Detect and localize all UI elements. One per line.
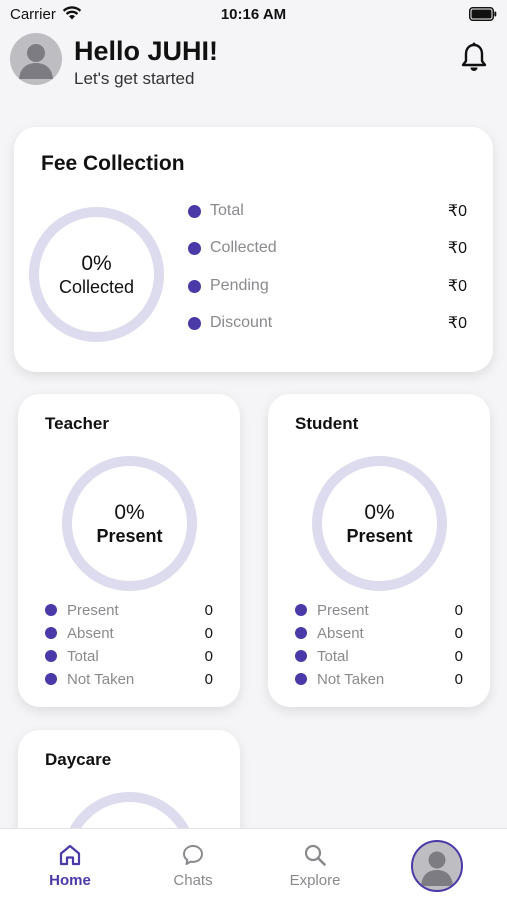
teacher-item-label: Absent [67, 624, 114, 642]
fee-item-label: Pending [210, 277, 269, 294]
fee-collected-percent: 0% [81, 251, 112, 275]
student-item-value: 0 [454, 624, 463, 642]
teacher-present-percent: 0% [114, 500, 145, 524]
fee-item-pending: Pending ₹0 [188, 275, 467, 297]
bell-icon[interactable] [460, 42, 488, 77]
legend-dot [45, 673, 57, 685]
teacher-present-label: Present [96, 525, 163, 546]
student-item-value: 0 [454, 670, 463, 688]
nav-chats-label: Chats [173, 872, 213, 889]
nav-profile-avatar[interactable] [411, 840, 463, 892]
teacher-item-total: Total 0 [45, 646, 213, 666]
student-item-not-taken: Not Taken 0 [295, 669, 463, 689]
fee-collection-title: Fee Collection [41, 152, 185, 175]
student-attendance-card[interactable]: Student 0% Present Present 0 Absent 0 To… [268, 394, 490, 707]
nav-home-label: Home [49, 872, 91, 889]
profile-avatar-icon [421, 851, 453, 886]
legend-dot [45, 627, 57, 639]
battery-icon [469, 7, 497, 26]
teacher-item-label: Total [67, 647, 99, 665]
fee-item-value: ₹0 [447, 278, 467, 295]
student-present-percent: 0% [364, 500, 395, 524]
fee-item-value: ₹0 [447, 315, 467, 332]
teacher-item-value: 0 [204, 601, 213, 619]
fee-item-label: Total [210, 202, 244, 219]
legend-dot [45, 604, 57, 616]
legend-dot [188, 241, 201, 255]
teacher-attendance-card[interactable]: Teacher 0% Present Present 0 Absent 0 To… [18, 394, 240, 707]
user-avatar-icon [19, 44, 53, 79]
student-item-value: 0 [454, 601, 463, 619]
teacher-item-value: 0 [204, 670, 213, 688]
student-item-label: Present [317, 601, 369, 619]
fee-item-discount: Discount ₹0 [188, 312, 467, 334]
teacher-item-present: Present 0 [45, 600, 213, 620]
fee-collected-label: Collected [58, 276, 135, 297]
daycare-card-title: Daycare [45, 750, 112, 769]
teacher-item-absent: Absent 0 [45, 623, 213, 643]
student-item-label: Absent [317, 624, 364, 642]
fee-item-collected: Collected ₹0 [188, 237, 467, 259]
nav-explore[interactable]: Explore [265, 829, 365, 900]
teacher-card-title: Teacher [45, 414, 109, 433]
status-bar: Carrier 10:16 AM [0, 0, 507, 28]
nav-chats[interactable]: Chats [143, 829, 243, 900]
fee-item-total: Total ₹0 [188, 200, 467, 222]
student-card-title: Student [295, 414, 359, 433]
teacher-item-value: 0 [204, 624, 213, 642]
fee-item-value: ₹0 [447, 240, 467, 257]
student-item-label: Total [317, 647, 349, 665]
teacher-item-label: Present [67, 601, 119, 619]
nav-home[interactable]: Home [20, 829, 120, 900]
fee-collected-ring: 0% Collected [29, 207, 164, 342]
legend-dot [295, 604, 307, 616]
chat-bubble-icon [181, 843, 205, 872]
fee-item-label: Discount [210, 314, 273, 331]
student-item-label: Not Taken [317, 670, 385, 688]
student-item-total: Total 0 [295, 646, 463, 666]
teacher-present-ring: 0% Present [62, 456, 197, 591]
home-icon [58, 843, 82, 872]
student-item-present: Present 0 [295, 600, 463, 620]
fee-item-value: ₹0 [447, 203, 467, 220]
legend-dot [295, 673, 307, 685]
greeting-subtitle: Let's get started [74, 69, 195, 88]
legend-dot [295, 650, 307, 662]
legend-dot [295, 627, 307, 639]
fee-collection-card[interactable]: Fee Collection 0% Collected Total ₹0 Col… [14, 127, 493, 372]
search-icon [303, 843, 327, 872]
teacher-item-label: Not Taken [67, 670, 135, 688]
legend-dot [188, 204, 201, 218]
student-item-absent: Absent 0 [295, 623, 463, 643]
bottom-navigation: Home Chats Explore [0, 828, 507, 900]
user-avatar[interactable] [10, 33, 62, 85]
clock-label: 10:16 AM [220, 6, 287, 23]
legend-dot [188, 316, 201, 330]
greeting-title: Hello JUHI! [74, 36, 219, 66]
legend-dot [45, 650, 57, 662]
teacher-item-not-taken: Not Taken 0 [45, 669, 213, 689]
legend-dot [188, 279, 201, 293]
teacher-item-value: 0 [204, 647, 213, 665]
fee-item-label: Collected [210, 239, 277, 256]
nav-explore-label: Explore [289, 872, 341, 889]
student-present-label: Present [346, 525, 413, 546]
student-present-ring: 0% Present [312, 456, 447, 591]
student-item-value: 0 [454, 647, 463, 665]
